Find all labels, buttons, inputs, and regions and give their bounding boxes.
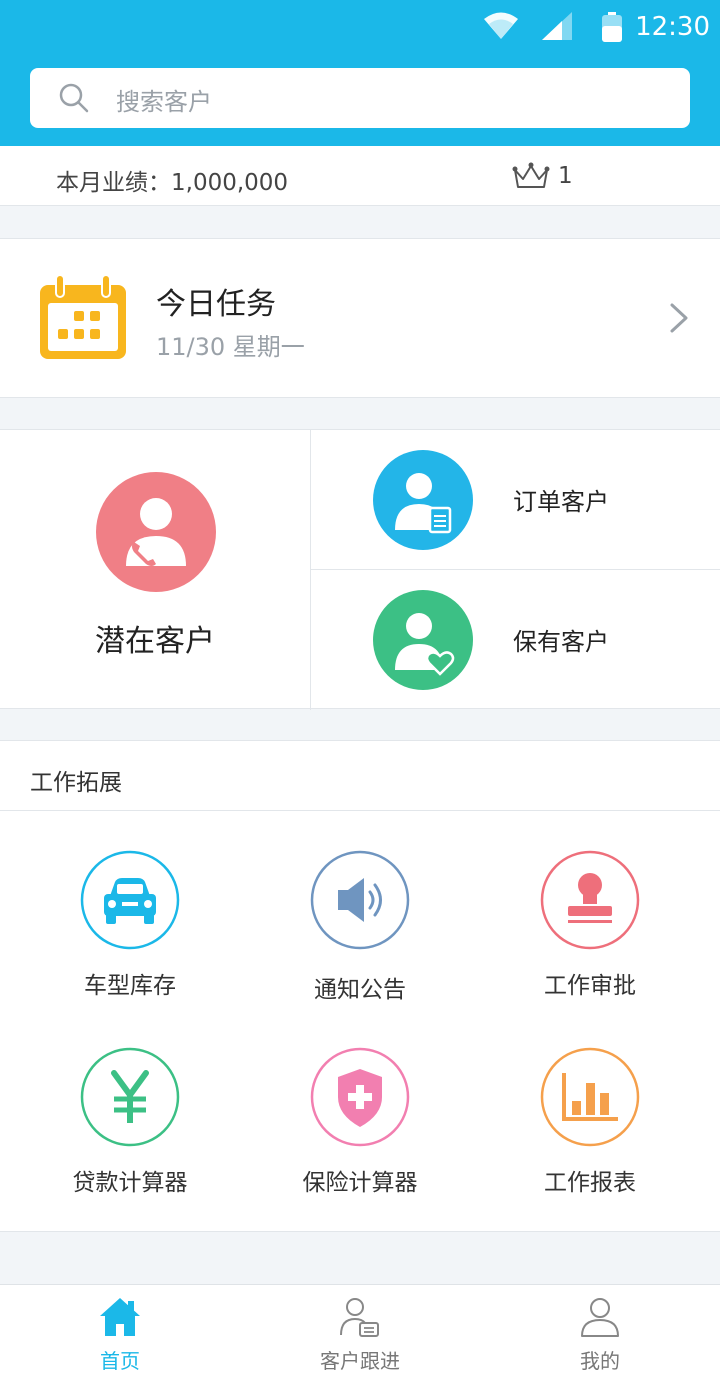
grid-item-label: 贷款计算器 — [72, 1170, 188, 1196]
order-customers-button[interactable]: 订单客户 — [311, 430, 720, 569]
rank-value: 1 — [558, 163, 573, 189]
home-icon — [98, 1295, 142, 1343]
approval-button[interactable]: 工作审批 — [475, 850, 705, 1010]
retained-customers-label: 保有客户 — [513, 628, 609, 656]
grid-item-label: 通知公告 — [314, 977, 406, 1003]
search-icon — [58, 82, 90, 118]
wifi-icon — [484, 12, 518, 44]
calendar-icon — [38, 274, 128, 365]
task-date: 11/30 星期一 — [156, 333, 305, 361]
contact-card-icon — [338, 1295, 382, 1343]
grid-item-label: 车型库存 — [84, 973, 176, 999]
retained-customers-button[interactable]: 保有客户 — [311, 570, 720, 709]
car-inventory-button[interactable]: 车型库存 — [15, 850, 245, 1010]
work-report-button[interactable]: 工作报表 — [475, 1047, 705, 1207]
header-bar: 12:30 搜索客户 — [0, 0, 720, 146]
potential-customers-button[interactable]: 潜在客户 — [0, 430, 310, 710]
tab-label: 客户跟进 — [320, 1349, 400, 1373]
search-input[interactable]: 搜索客户 — [30, 68, 690, 128]
potential-customers-label: 潜在客户 — [95, 624, 215, 659]
performance-label: 本月业绩：1,000,000 — [56, 170, 289, 196]
chevron-right-icon — [668, 301, 690, 339]
section-title: 工作拓展 — [30, 770, 122, 796]
bottom-tab-bar: 首页 客户跟进 我的 — [0, 1284, 720, 1380]
car-icon — [80, 850, 180, 954]
signal-icon — [542, 12, 572, 44]
clipboard-contact-icon — [373, 450, 473, 554]
grid-item-label: 工作报表 — [544, 1170, 636, 1196]
speaker-icon — [310, 850, 410, 954]
tab-home[interactable]: 首页 — [0, 1285, 240, 1380]
divider — [0, 810, 720, 811]
grid-item-label: 保险计算器 — [302, 1170, 418, 1196]
crown-icon — [512, 162, 550, 194]
user-icon — [578, 1295, 622, 1343]
battery-icon — [602, 12, 622, 46]
notice-button[interactable]: 通知公告 — [245, 850, 475, 1010]
task-title: 今日任务 — [156, 287, 276, 322]
tab-customer-followup[interactable]: 客户跟进 — [240, 1285, 480, 1380]
search-placeholder: 搜索客户 — [116, 88, 212, 116]
loan-calculator-button[interactable]: 贷款计算器 — [15, 1047, 245, 1207]
tab-label: 首页 — [100, 1349, 140, 1373]
tab-mine[interactable]: 我的 — [480, 1285, 720, 1380]
bar-chart-icon — [540, 1047, 640, 1151]
heart-contact-icon — [373, 590, 473, 694]
grid-item-label: 工作审批 — [544, 973, 636, 999]
today-task-card[interactable]: 今日任务 11/30 星期一 — [0, 238, 720, 398]
insurance-calculator-button[interactable]: 保险计算器 — [245, 1047, 475, 1207]
status-time: 12:30 — [635, 12, 710, 42]
tab-label: 我的 — [580, 1349, 620, 1373]
performance-bar: 本月业绩：1,000,000 1 — [0, 146, 720, 206]
phone-contact-icon — [96, 472, 216, 596]
work-section: 工作拓展 车型库存 通知公告 工作审批 贷款计算器 保险计算器 工作报表 — [0, 740, 720, 1232]
status-bar: 12:30 — [0, 0, 720, 56]
shield-icon — [310, 1047, 410, 1151]
yen-icon — [80, 1047, 180, 1151]
order-customers-label: 订单客户 — [513, 488, 609, 516]
stamp-icon — [540, 850, 640, 954]
customer-categories: 潜在客户 订单客户 保有客户 — [0, 429, 720, 710]
